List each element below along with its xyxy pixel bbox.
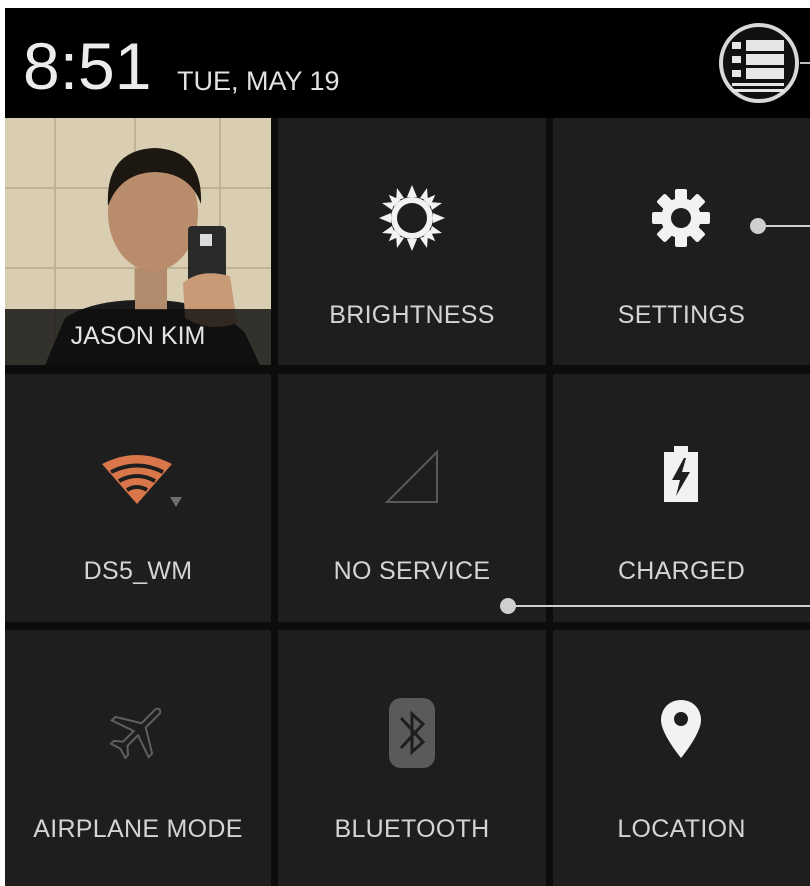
location-label: LOCATION — [617, 815, 746, 843]
airplane-label: AIRPLANE MODE — [33, 815, 243, 843]
notification-menu-icon — [719, 23, 799, 103]
callout-line — [513, 605, 810, 607]
wifi-tile[interactable]: DS5_WM — [5, 374, 271, 622]
cellular-tile[interactable]: NO SERVICE — [278, 374, 546, 622]
bluetooth-icon — [389, 698, 435, 768]
location-pin-icon — [661, 700, 701, 758]
signal-icon — [384, 449, 438, 503]
wifi-label: DS5_WM — [83, 557, 193, 585]
airplane-tile[interactable]: AIRPLANE MODE — [5, 630, 271, 886]
quick-settings-panel: 8:51 TUE, MAY 19 JASON KIM BRIGHTNESS SE… — [5, 8, 810, 886]
airplane-icon — [109, 707, 162, 760]
cellular-label: NO SERVICE — [333, 557, 491, 585]
settings-tile[interactable]: SETTINGS — [553, 118, 810, 365]
brightness-tile[interactable]: BRIGHTNESS — [278, 118, 546, 365]
bluetooth-tile[interactable]: BLUETOOTH — [278, 630, 546, 886]
battery-charging-icon — [664, 446, 698, 502]
battery-tile[interactable]: CHARGED — [553, 374, 810, 622]
clock: 8:51 — [23, 29, 152, 103]
date: TUE, MAY 19 — [177, 66, 340, 96]
battery-label: CHARGED — [617, 557, 746, 585]
profile-name: JASON KIM — [70, 322, 206, 350]
status-bar: 8:51 TUE, MAY 19 — [5, 8, 810, 118]
profile-tile[interactable]: JASON KIM — [5, 118, 271, 365]
callout-line — [763, 225, 810, 227]
wifi-icon — [102, 455, 182, 507]
brightness-label: BRIGHTNESS — [329, 301, 495, 329]
gear-icon — [652, 189, 710, 247]
bluetooth-label: BLUETOOTH — [334, 815, 490, 843]
notification-menu-button[interactable] — [718, 22, 800, 104]
settings-label: SETTINGS — [617, 301, 746, 329]
location-tile[interactable]: LOCATION — [553, 630, 810, 886]
callout-line — [800, 62, 810, 64]
sun-icon — [379, 185, 445, 251]
